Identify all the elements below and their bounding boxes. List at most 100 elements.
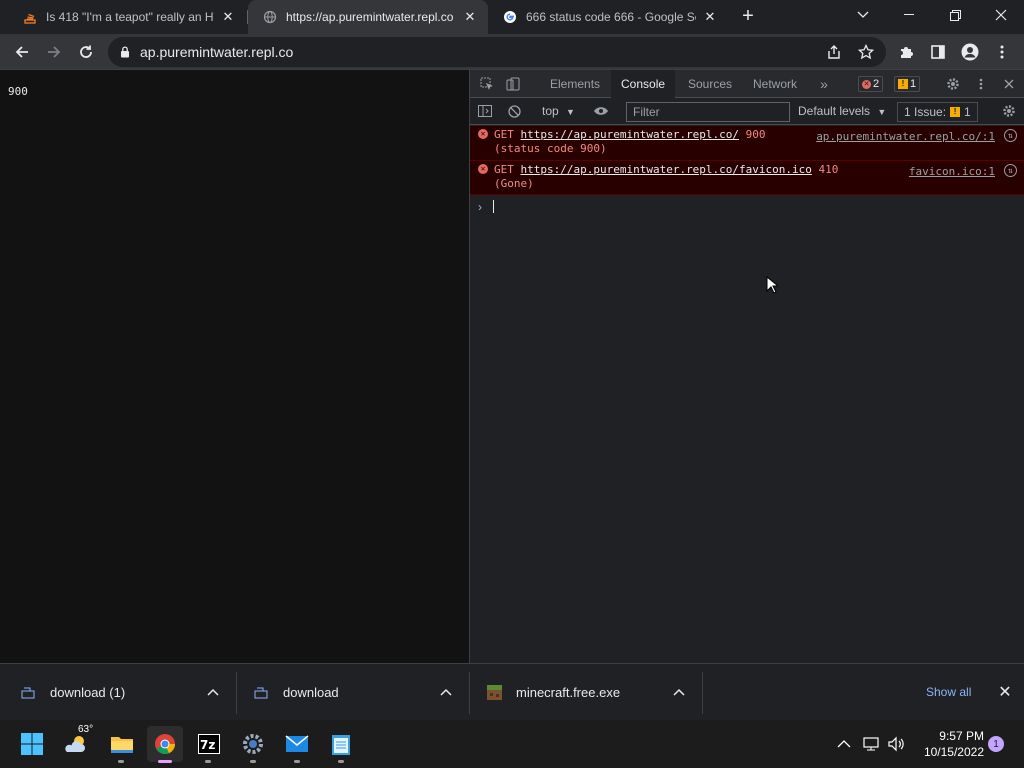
chevron-up-icon[interactable] — [204, 683, 222, 701]
download-name: minecraft.free.exe — [516, 685, 621, 700]
chevron-up-icon[interactable] — [830, 730, 858, 758]
minimize-button[interactable] — [886, 0, 932, 30]
close-tab-icon[interactable]: ✕ — [702, 9, 718, 25]
file-icon — [20, 685, 36, 701]
eye-icon[interactable] — [592, 102, 610, 120]
tab-stackoverflow[interactable]: Is 418 "I'm a teapot" really an HT ✕ — [8, 0, 246, 34]
weather-widget[interactable]: 63° — [62, 724, 93, 758]
globe-icon — [262, 9, 278, 25]
devtools-tab-sources[interactable]: Sources — [678, 70, 742, 98]
tab-google-search[interactable]: 666 status code 666 - Google Se ✕ — [488, 0, 728, 34]
context-selector[interactable]: top ▼ — [542, 104, 575, 118]
mail-icon[interactable] — [283, 730, 311, 758]
source-link[interactable]: favicon.ico:1 — [909, 165, 995, 178]
warning-count: 1 — [910, 78, 917, 90]
log-levels-label: Default levels — [798, 104, 871, 118]
warning-count-badge[interactable]: ! 1 — [894, 76, 921, 92]
status-text: (status code 900) — [494, 142, 607, 155]
file-icon — [253, 685, 269, 701]
lock-icon — [121, 46, 129, 58]
download-separator — [702, 672, 703, 714]
puzzle-icon — [901, 47, 913, 58]
system-clock[interactable]: 9:57 PM 10/15/2022 — [914, 728, 984, 760]
close-downloads-icon[interactable]: ✕ — [997, 684, 1013, 701]
settings-gear-icon[interactable] — [944, 75, 962, 93]
issues-count: 1 — [964, 105, 971, 119]
url-text: ap.puremintwater.repl.co — [140, 44, 294, 60]
console-settings-icon[interactable] — [1000, 102, 1018, 120]
inspect-element-icon[interactable] — [478, 75, 496, 93]
restore-button[interactable] — [932, 0, 978, 30]
console-error-message: ✕ GET https://ap.puremintwater.repl.co/f… — [470, 161, 1024, 195]
issue-warning-icon: ! — [950, 107, 961, 117]
issues-button[interactable]: 1 Issue: ! 1 — [897, 102, 978, 122]
devtools-tab-network[interactable]: Network — [743, 70, 807, 98]
tab-active-page[interactable]: https://ap.puremintwater.repl.co ✕ — [248, 0, 488, 34]
show-all-link[interactable]: Show all — [926, 685, 971, 699]
download-item[interactable]: download (1) — [20, 664, 125, 721]
request-url-link[interactable]: https://ap.puremintwater.repl.co/favicon… — [521, 163, 812, 176]
close-window-button[interactable] — [978, 0, 1024, 30]
settings-gear-icon[interactable] — [239, 730, 267, 758]
tab-title: Is 418 "I'm a teapot" really an HT — [46, 10, 214, 24]
error-icon: ✕ — [478, 129, 488, 139]
reload-button[interactable] — [74, 40, 98, 64]
tab-search-button[interactable] — [840, 0, 886, 30]
menu-button[interactable] — [990, 40, 1014, 64]
back-button[interactable] — [10, 40, 34, 64]
taskbar: 63° 7z 9:57 PM 10/15/2022 1 — [0, 720, 1024, 768]
more-tabs-icon[interactable]: » — [815, 75, 833, 93]
source-link[interactable]: ap.puremintwater.repl.co/:1 — [816, 130, 995, 143]
address-bar[interactable]: ap.puremintwater.repl.co — [108, 37, 886, 67]
share-icon — [828, 45, 840, 59]
console-prompt-icon: › — [478, 200, 482, 214]
devtools-panel: Elements Console Sources Network » ✕ 2 !… — [469, 70, 1024, 663]
new-tab-button[interactable]: + — [737, 5, 759, 27]
issues-label: 1 Issue: — [904, 105, 947, 119]
chevron-up-icon[interactable] — [670, 683, 688, 701]
file-explorer-icon[interactable] — [108, 730, 136, 758]
network-request-icon[interactable]: ⇅ — [1004, 129, 1017, 142]
close-tab-icon[interactable]: ✕ — [220, 9, 236, 25]
log-levels-dropdown[interactable]: Default levels ▼ — [798, 104, 886, 118]
download-item[interactable]: download — [253, 664, 339, 721]
forward-button[interactable] — [42, 40, 66, 64]
chevron-up-icon[interactable] — [437, 683, 455, 701]
profile-icon — [961, 43, 979, 61]
close-tab-icon[interactable]: ✕ — [462, 9, 478, 25]
screen: Is 418 "I'm a teapot" really an HT ✕ htt… — [0, 0, 1024, 768]
sidebar-toggle-icon[interactable] — [476, 102, 494, 120]
filter-input[interactable]: Filter — [626, 102, 790, 122]
arrow-right-icon — [48, 46, 61, 58]
notification-badge[interactable]: 1 — [988, 736, 1004, 752]
volume-icon[interactable] — [882, 730, 910, 758]
devtools-tab-elements[interactable]: Elements — [540, 70, 610, 98]
notepad-icon[interactable] — [327, 730, 355, 758]
7zip-icon[interactable]: 7z — [195, 730, 223, 758]
downloads-bar: download (1) download minecraft.free.exe… — [0, 663, 1024, 720]
side-panel-button[interactable] — [926, 40, 950, 64]
devtools-tab-bar: Elements Console Sources Network » ✕ 2 !… — [470, 70, 1024, 98]
devtools-tab-console[interactable]: Console — [611, 70, 676, 98]
status-text: (Gone) — [494, 177, 534, 190]
share-button[interactable] — [822, 40, 846, 64]
profile-button[interactable] — [958, 40, 982, 64]
download-item[interactable]: minecraft.free.exe — [486, 664, 620, 721]
chrome-icon[interactable] — [147, 726, 183, 762]
extensions-button[interactable] — [894, 40, 918, 64]
error-count-badge[interactable]: ✕ 2 — [858, 76, 884, 92]
clear-console-icon[interactable] — [505, 102, 523, 120]
network-request-icon[interactable]: ⇅ — [1004, 164, 1017, 177]
close-devtools-icon[interactable] — [1000, 75, 1018, 93]
windows-start-icon[interactable] — [18, 730, 46, 758]
reload-icon — [80, 45, 92, 58]
http-method: GET — [494, 163, 514, 176]
request-url-link[interactable]: https://ap.puremintwater.repl.co/ — [521, 128, 740, 141]
restore-icon — [949, 9, 961, 21]
devtools-menu-icon[interactable] — [972, 75, 990, 93]
device-toolbar-icon[interactable] — [504, 75, 522, 93]
error-icon: ✕ — [862, 79, 871, 89]
minecraft-icon — [486, 685, 502, 701]
console-input[interactable] — [493, 200, 494, 213]
bookmark-button[interactable] — [854, 40, 878, 64]
